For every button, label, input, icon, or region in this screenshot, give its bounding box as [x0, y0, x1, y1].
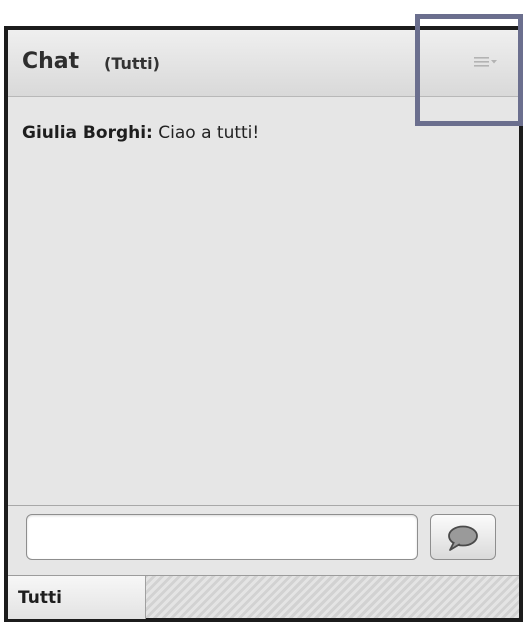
chat-message-list[interactable]: Giulia Borghi: Ciao a tutti! [8, 97, 519, 506]
message-author: Giulia Borghi: [22, 123, 153, 143]
chat-scope-label: (Tutti) [104, 54, 160, 73]
tab-tutti[interactable]: Tutti [8, 576, 146, 619]
tab-label: Tutti [18, 588, 62, 608]
chat-header: Chat (Tutti) [8, 30, 519, 97]
chat-tabs-bar: Tutti [8, 575, 519, 619]
chat-pod: Chat (Tutti) Giulia Borghi: Ciao a tutti… [4, 26, 523, 622]
hamburger-menu-icon [474, 57, 497, 67]
chat-title: Chat [22, 49, 80, 74]
chat-message-input[interactable] [26, 514, 418, 560]
pod-options-menu-button[interactable] [473, 54, 499, 70]
chat-composer [8, 506, 519, 574]
chat-message: Giulia Borghi: Ciao a tutti! [22, 123, 259, 143]
chat-pod-body: Chat (Tutti) Giulia Borghi: Ciao a tutti… [8, 30, 519, 619]
send-message-button[interactable] [430, 514, 496, 560]
speech-bubble-icon [448, 525, 478, 551]
message-text: Ciao a tutti! [158, 123, 260, 143]
